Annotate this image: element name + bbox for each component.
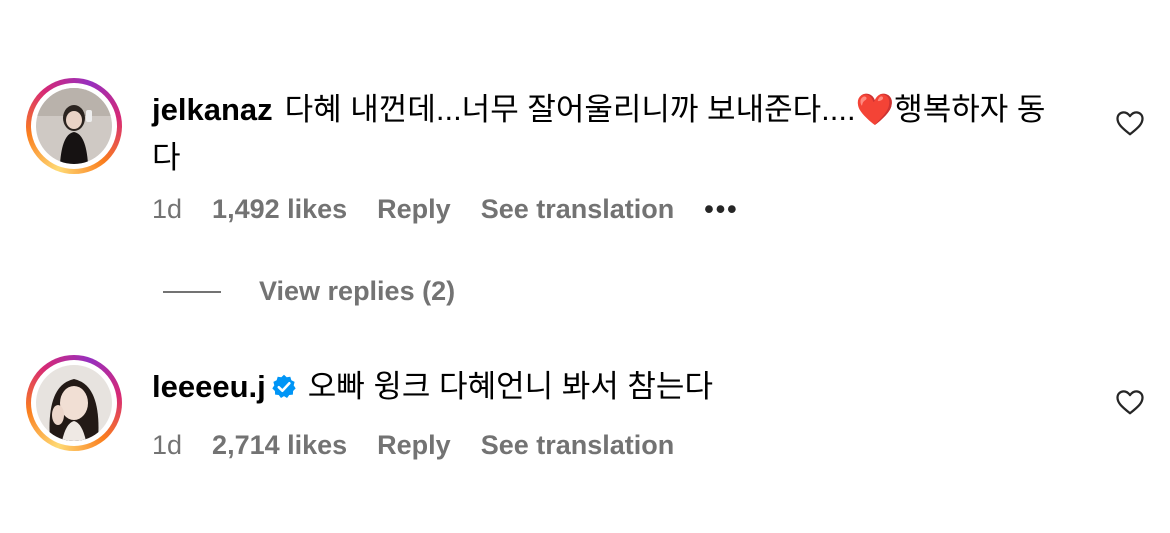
comment-meta: 1d 2,714 likes Reply See translation xyxy=(152,430,704,461)
see-translation-button[interactable]: See translation xyxy=(481,194,675,225)
comment-body: 다혜 내껀데...너무 잘어울리니까 보내준다.... xyxy=(284,92,856,127)
timestamp: 1d xyxy=(152,194,183,224)
username[interactable]: jelkanaz xyxy=(152,92,273,127)
comment-text: jelkanaz 다혜 내껀데...너무 잘어울리니까 보내준다....❤️행복하… xyxy=(152,86,1072,182)
more-options-icon[interactable]: ••• xyxy=(704,194,738,225)
reply-button[interactable]: Reply xyxy=(377,194,451,225)
reply-button[interactable]: Reply xyxy=(377,430,451,461)
timestamp: 1d xyxy=(152,430,183,460)
comment-meta: 1d 1,492 likes Reply See translation ••• xyxy=(152,194,769,225)
likes-count[interactable]: 1,492 likes xyxy=(212,194,347,225)
likes-count[interactable]: 2,714 likes xyxy=(212,430,347,461)
like-heart-icon[interactable] xyxy=(1115,387,1145,417)
see-translation-button[interactable]: See translation xyxy=(481,430,675,461)
avatar[interactable] xyxy=(26,355,122,451)
avatar[interactable] xyxy=(26,78,122,174)
comment-body: 오빠 윙크 다혜언니 봐서 참는다 xyxy=(307,369,713,404)
username[interactable]: leeeeu.j xyxy=(152,369,266,404)
view-replies-label: View replies (2) xyxy=(259,276,456,306)
view-replies-button[interactable]: View replies (2) xyxy=(163,276,455,307)
divider-line xyxy=(163,290,221,293)
red-heart-emoji: ❤️ xyxy=(855,92,895,127)
like-heart-icon[interactable] xyxy=(1115,108,1145,138)
comment-text: leeeeu.j 오빠 윙크 다혜언니 봐서 참는다 xyxy=(152,363,1072,411)
verified-badge-icon xyxy=(272,374,296,398)
